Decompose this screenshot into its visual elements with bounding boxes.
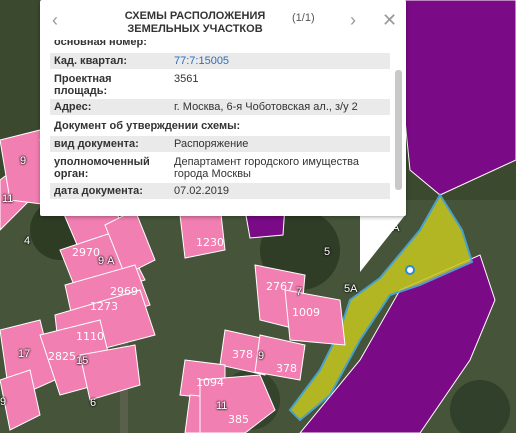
popup-attributes[interactable]: основная номер: Кад. квартал: 77:7:15005… (50, 40, 390, 210)
house-number: 6 (90, 397, 97, 409)
house-number: 9 (258, 350, 265, 362)
house-number: 15 (76, 355, 89, 367)
house-number: 9 (20, 155, 27, 167)
attribute-key: уполномоченный орган: (54, 156, 150, 180)
attribute-value: г. Москва, 6-я Чоботовская ал., з/у 2 (174, 101, 358, 113)
chevron-left-icon[interactable]: ‹ (52, 10, 58, 31)
location-marker-icon[interactable] (405, 265, 415, 275)
attribute-section-heading: Документ об утверждении схемы: (54, 120, 241, 132)
house-number: 5 (324, 246, 331, 258)
popup-pointer (360, 214, 406, 272)
house-number: 9 (0, 396, 7, 408)
attribute-row: Проектная площадь: 3561 (50, 71, 390, 97)
popup-title: СХЕМЫ РАСПОЛОЖЕНИЯ ЗЕМЕЛЬНЫХ УЧАСТКОВ (124, 10, 266, 35)
parcel-number: 2767 (266, 280, 294, 293)
popup-header: ‹ СХЕМЫ РАСПОЛОЖЕНИЯ ЗЕМЕЛЬНЫХ УЧАСТКОВ … (40, 0, 406, 40)
parcel-number: 1273 (90, 300, 118, 313)
popup-counter: (1/1) (292, 12, 315, 24)
attribute-key: Проектная площадь: (54, 73, 112, 97)
attribute-key: основная номер: (54, 40, 147, 48)
parcel-number: 2825 (48, 350, 76, 363)
attribute-row: Документ об утверждении схемы: (50, 118, 390, 134)
house-number: 17 (18, 348, 31, 360)
parcel-number: 1230 (196, 236, 224, 249)
attribute-row: Адрес: г. Москва, 6-я Чоботовская ал., з… (50, 99, 390, 115)
close-icon[interactable]: ✕ (382, 10, 397, 31)
attribute-row: Кад. квартал: 77:7:15005 (50, 53, 390, 69)
attribute-row-cut: основная номер: (50, 40, 390, 48)
attribute-key: дата документа: (54, 185, 143, 197)
house-number: 5А (344, 283, 358, 295)
parcel-number: 378 (232, 348, 253, 361)
parcel-number: 385 (228, 413, 249, 426)
attribute-value: 07.02.2019 (174, 185, 230, 197)
attribute-value: Распоряжение (174, 138, 249, 150)
attribute-row: вид документа: Распоряжение (50, 136, 390, 152)
parcel-number: 1110 (76, 330, 104, 343)
parcel-number: 378 (276, 362, 297, 375)
parcel-number: 2970 (72, 246, 100, 259)
attribute-key: Кад. квартал: (54, 55, 128, 67)
attribute-row: дата документа: 07.02.2019 (50, 183, 390, 199)
info-popup: ‹ СХЕМЫ РАСПОЛОЖЕНИЯ ЗЕМЕЛЬНЫХ УЧАСТКОВ … (40, 0, 406, 216)
attribute-value: Департамент городского имущества города … (174, 156, 359, 180)
cadastral-quarter-link[interactable]: 77:7:15005 (174, 55, 229, 67)
parcel-number: 2969 (110, 285, 138, 298)
parcel-number: 1094 (196, 376, 224, 389)
attribute-row: уполномоченный орган: Департамент городс… (50, 154, 390, 182)
house-number: 11 (216, 400, 228, 412)
attribute-value: 3561 (174, 73, 199, 85)
attribute-key: Адрес: (54, 101, 92, 113)
house-number: 7 (296, 286, 303, 298)
house-number: 11 (2, 193, 14, 205)
house-number: 4 (24, 235, 31, 247)
chevron-right-icon[interactable]: › (350, 10, 356, 31)
attribute-key: вид документа: (54, 138, 139, 150)
popup-scrollbar[interactable] (395, 70, 402, 190)
parcel-purple-top[interactable] (394, 0, 516, 196)
parcel-number: 1009 (292, 306, 320, 319)
house-number: 9 А (98, 255, 115, 267)
